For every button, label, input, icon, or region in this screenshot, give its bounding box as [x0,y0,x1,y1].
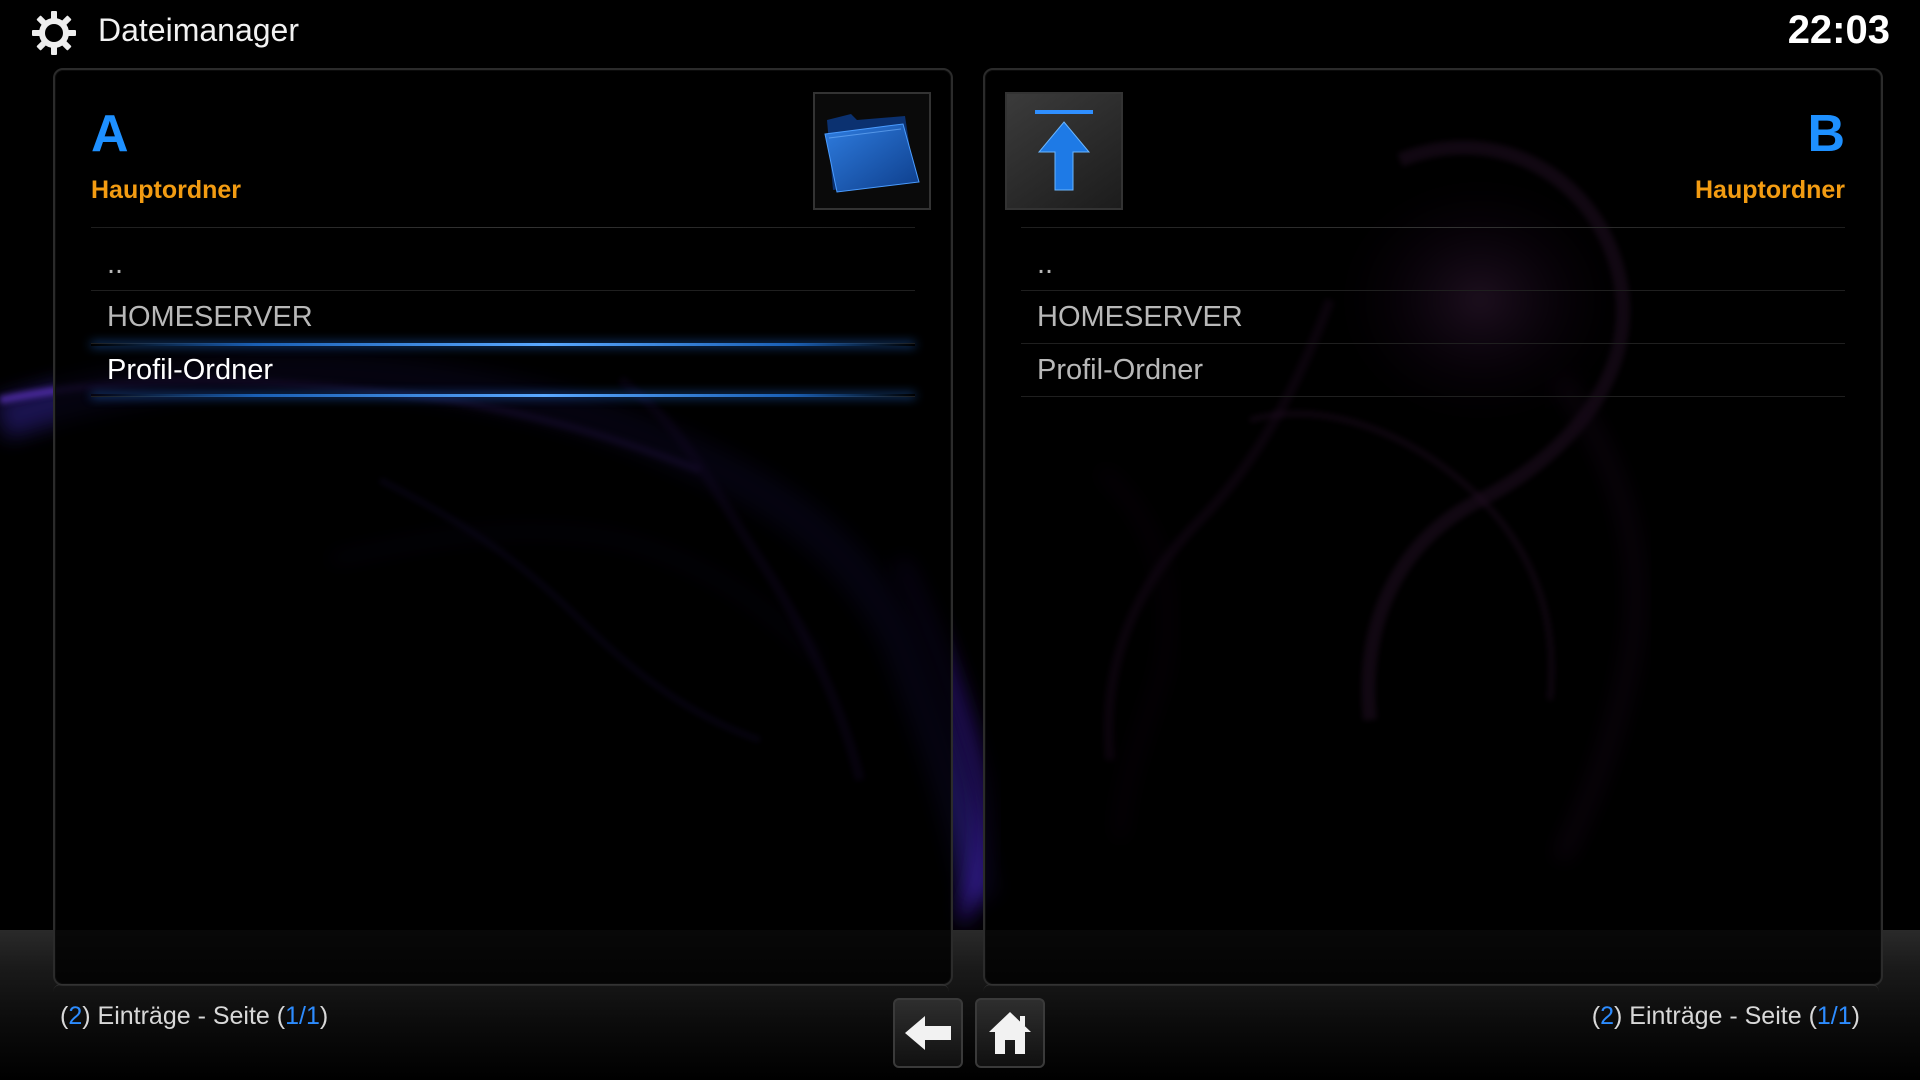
list-header-divider [1021,227,1845,228]
status-label: Einträge - Seite [1629,1002,1802,1030]
home-button[interactable] [975,998,1045,1068]
list-header-divider [91,227,915,228]
file-list: .. HOMESERVER Profil-Ordner [1021,238,1845,397]
list-item-parent[interactable]: .. [91,238,915,291]
list-item-profil-ordner[interactable]: Profil-Ordner [1021,344,1845,397]
gear-icon [32,11,76,55]
home-icon [989,1012,1031,1054]
status-text-b: (2) Einträge - Seite (1/1) [1591,1002,1860,1030]
list-item-homeserver[interactable]: HOMESERVER [91,291,915,344]
list-item-parent[interactable]: .. [1021,238,1845,291]
file-list: .. HOMESERVER Profil-Ordner [91,238,915,397]
blue-folder-icon [824,114,920,193]
panel-location: Hauptordner [91,176,241,204]
entry-count: 2 [1600,1002,1615,1030]
parent-folder-up-arrow-icon [1035,110,1093,191]
panel-thumbnail [1005,92,1123,210]
page-indicator: 1/1 [285,1002,320,1030]
status-label: Einträge - Seite [97,1002,270,1030]
panel-b: B Hauptordner .. HOMESERVER Profil-Ordne… [983,68,1883,986]
panel-letter: B [1807,105,1845,163]
back-arrow-icon [905,1016,951,1050]
entry-count: 2 [68,1002,83,1030]
file-manager-screen: Dateimanager 22:03 A Hauptordner .. HOME… [0,0,1920,1080]
back-button[interactable] [893,998,963,1068]
list-item-profil-ordner[interactable]: Profil-Ordner [91,343,915,397]
panel-location: Hauptordner [1695,176,1845,204]
panel-thumbnail [813,92,931,210]
list-item-homeserver[interactable]: HOMESERVER [1021,291,1845,344]
app-title: Dateimanager [98,12,299,48]
panel-letter: A [91,105,129,163]
status-text-a: (2) Einträge - Seite (1/1) [60,1002,329,1030]
clock: 22:03 [1787,8,1890,52]
header: Dateimanager 22:03 [0,0,1920,64]
page-indicator: 1/1 [1816,1002,1852,1030]
panel-a: A Hauptordner .. HOMESERVER Profil-Ordne… [53,68,953,986]
